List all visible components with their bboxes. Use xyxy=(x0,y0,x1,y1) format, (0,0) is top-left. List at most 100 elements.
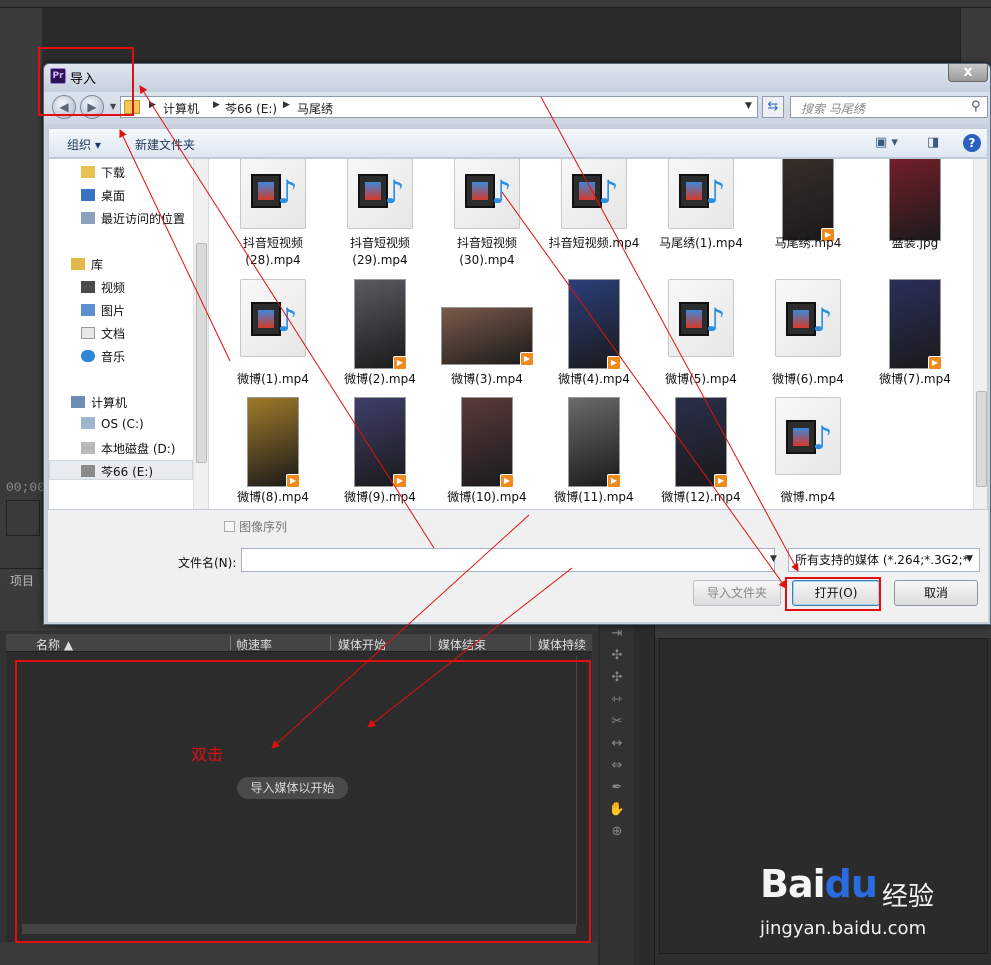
nav-item-desktop[interactable]: 桌面 xyxy=(81,187,125,204)
zoom-icon[interactable]: ⊕ xyxy=(608,824,626,840)
recent-places-icon xyxy=(81,212,95,224)
slide-icon[interactable]: ⇔ xyxy=(608,758,626,774)
new-folder-button[interactable]: 新建文件夹 xyxy=(135,136,195,153)
nav-item-videos[interactable]: 视频 xyxy=(81,279,125,296)
file-item[interactable]: ♪ 微博(1).mp4 xyxy=(221,279,325,389)
nav-label: 本地磁盘 (D:) xyxy=(101,442,176,456)
system-drive-icon xyxy=(81,417,95,429)
rate-stretch-icon[interactable]: ⇿ xyxy=(608,692,626,708)
file-name: 抖音短视频 (29).mp4 xyxy=(349,236,410,267)
chevron-right-icon[interactable]: ▶ xyxy=(213,100,220,110)
column-media-duration[interactable]: 媒体持续 xyxy=(538,636,586,653)
desktop-icon xyxy=(81,189,95,201)
nav-item-music[interactable]: 音乐 xyxy=(81,348,125,365)
nav-item-libraries[interactable]: 库 xyxy=(71,256,103,273)
file-item[interactable]: ▶ 微博(7).mp4 xyxy=(863,279,967,389)
breadcrumb-current-folder[interactable]: 马尾绣 xyxy=(297,100,333,117)
open-button[interactable]: 打开(O) xyxy=(792,580,880,606)
slip-icon[interactable]: ↔ xyxy=(608,736,626,752)
import-folder-button[interactable]: 导入文件夹 xyxy=(693,580,781,606)
filename-dropdown-icon[interactable]: ▼ xyxy=(770,554,777,564)
file-item[interactable]: ♪ 抖音短视频 (30).mp4 xyxy=(435,159,539,273)
refresh-button[interactable]: ⇆ xyxy=(762,96,784,118)
filename-label: 文件名(N): xyxy=(178,556,237,570)
file-name: 微博(7).mp4 xyxy=(879,372,951,386)
dialog-title-bar[interactable]: Pr 导入 x xyxy=(44,64,990,92)
search-input[interactable]: 搜索 马尾绣 ⚲ xyxy=(790,96,988,118)
file-item[interactable]: ▶ 微博(3).mp4 xyxy=(435,279,539,389)
image-sequence-checkbox[interactable]: 图像序列 xyxy=(224,518,287,535)
column-media-start[interactable]: 媒体开始 xyxy=(338,636,386,653)
search-icon[interactable]: ⚲ xyxy=(971,99,981,114)
rolling-edit-icon[interactable]: ✣ xyxy=(608,670,626,686)
checkbox-box[interactable] xyxy=(224,521,235,532)
nav-item-drive-e[interactable]: 芩66 (E:) xyxy=(81,463,153,480)
track-select-icon[interactable]: ⇥ xyxy=(608,626,626,642)
address-bar[interactable]: ▶ 计算机 ▶ 芩66 (E:) ▶ 马尾绣 ▼ xyxy=(120,96,758,118)
play-badge-icon: ▶ xyxy=(500,474,514,488)
project-vertical-scrollbar[interactable] xyxy=(576,656,586,926)
file-item[interactable]: ♪ 微博(5).mp4 xyxy=(649,279,753,389)
address-dropdown-icon[interactable]: ▼ xyxy=(745,101,752,111)
file-item[interactable]: ▶ 微博(9).mp4 xyxy=(328,397,432,507)
video-file-icon: ♪ xyxy=(775,279,841,357)
nav-item-computer[interactable]: 计算机 xyxy=(71,394,127,411)
navigation-pane: 下载 桌面 最近访问的位置 库 视频 图片 文档 音乐 计算机 OS (C:) … xyxy=(49,159,209,509)
preview-pane-icon[interactable]: ◨ xyxy=(927,135,939,150)
column-media-end[interactable]: 媒体结束 xyxy=(438,636,486,653)
file-item[interactable]: ▶ 微博(10).mp4 xyxy=(435,397,539,507)
nav-item-recent[interactable]: 最近访问的位置 xyxy=(81,210,185,227)
file-item[interactable]: ▶ 马尾绣.mp4 xyxy=(756,159,860,273)
file-item[interactable]: ▶ 微博(11).mp4 xyxy=(542,397,646,507)
removable-drive-icon xyxy=(81,465,95,477)
cancel-button[interactable]: 取消 xyxy=(894,580,978,606)
nav-item-downloads[interactable]: 下载 xyxy=(81,164,125,181)
hand-icon[interactable]: ✋ xyxy=(608,802,626,818)
close-button[interactable]: x xyxy=(948,64,988,82)
file-item[interactable]: ♪ 抖音短视频 (28).mp4 xyxy=(221,159,325,273)
file-list-scrollbar[interactable] xyxy=(973,159,987,509)
breadcrumb-drive-e[interactable]: 芩66 (E:) xyxy=(225,100,277,117)
column-name[interactable]: 名称 ▲ xyxy=(36,636,73,653)
column-frame-rate[interactable]: 帧速率 xyxy=(236,636,272,653)
project-columns-header: 名称 ▲ 帧速率 媒体开始 媒体结束 媒体持续 xyxy=(6,634,592,652)
recent-pages-dropdown-icon[interactable]: ▼ xyxy=(110,102,116,111)
ripple-edit-icon[interactable]: ✣ xyxy=(608,648,626,664)
filter-dropdown-icon[interactable]: ▼ xyxy=(966,554,973,564)
nav-scroll-thumb[interactable] xyxy=(196,243,207,463)
back-button[interactable]: ◀ xyxy=(52,95,76,119)
file-item[interactable]: ♪ 抖音短视频 (29).mp4 xyxy=(328,159,432,273)
chevron-right-icon[interactable]: ▶ xyxy=(283,100,290,110)
breadcrumb-computer[interactable]: 计算机 xyxy=(163,100,199,117)
nav-item-drive-d[interactable]: 本地磁盘 (D:) xyxy=(81,440,175,457)
video-thumbnail: ▶ xyxy=(889,279,942,370)
file-item[interactable]: ♪ 马尾绣(1).mp4 xyxy=(649,159,753,273)
file-item[interactable]: ▶ 微博(8).mp4 xyxy=(221,397,325,507)
nav-item-documents[interactable]: 文档 xyxy=(81,325,125,342)
file-item[interactable]: ♪ 微博(6).mp4 xyxy=(756,279,860,389)
view-options-icon[interactable]: ▣ ▾ xyxy=(875,135,898,150)
help-icon[interactable]: ? xyxy=(963,134,981,152)
video-thumbnail: ▶ xyxy=(461,397,514,488)
file-item[interactable]: ▶ 微博(12).mp4 xyxy=(649,397,753,507)
play-badge-icon: ▶ xyxy=(714,474,728,488)
file-item[interactable]: ♪ 抖音短视频.mp4 xyxy=(542,159,646,273)
razor-icon[interactable]: ✂ xyxy=(608,714,626,730)
file-item[interactable]: ▶ 微博(2).mp4 xyxy=(328,279,432,389)
nav-scrollbar[interactable] xyxy=(193,159,208,509)
project-horizontal-scrollbar[interactable] xyxy=(22,924,576,934)
nav-item-drive-c[interactable]: OS (C:) xyxy=(81,417,144,431)
file-list-scroll-thumb[interactable] xyxy=(976,391,987,487)
file-item[interactable]: ▶ 微博(4).mp4 xyxy=(542,279,646,389)
project-panel-title[interactable]: 项目 xyxy=(10,572,34,589)
file-item[interactable]: ♪ 微博.mp4 xyxy=(756,397,860,507)
nav-label: 图片 xyxy=(101,304,126,318)
filename-input[interactable] xyxy=(241,548,775,572)
file-type-filter[interactable]: 所有支持的媒体 (*.264;*.3G2;* xyxy=(788,548,980,572)
nav-item-pictures[interactable]: 图片 xyxy=(81,302,125,319)
file-item[interactable]: 盛装.jpg xyxy=(863,159,967,273)
chevron-right-icon[interactable]: ▶ xyxy=(149,100,156,110)
organize-menu[interactable]: 组织 ▾ xyxy=(67,136,101,153)
forward-button[interactable]: ▶ xyxy=(80,95,104,119)
pen-icon[interactable]: ✒ xyxy=(608,780,626,796)
